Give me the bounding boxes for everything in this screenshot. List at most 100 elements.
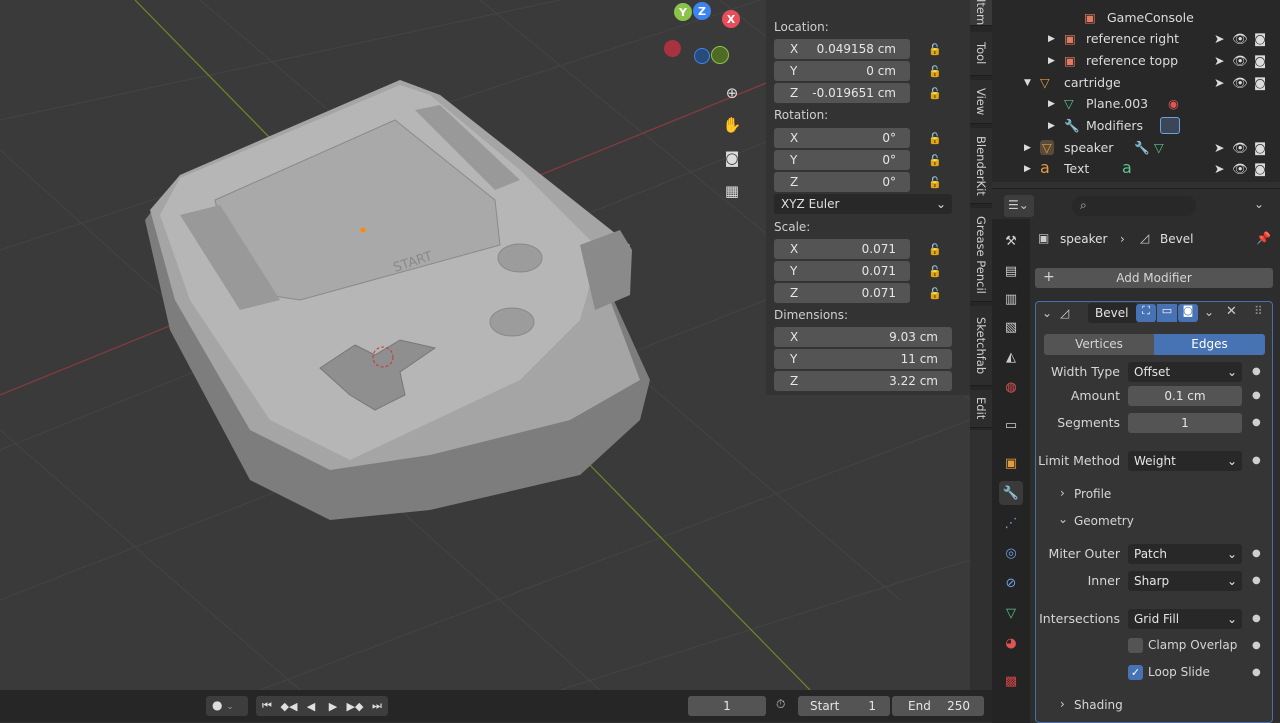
tab-edges[interactable]: Edges [1154,334,1265,355]
eye-icon[interactable]: 👁 [1232,31,1248,47]
next-keyframe-icon[interactable]: ▶◆ [344,696,366,716]
current-frame-field[interactable]: 1 [688,696,766,716]
eye-icon[interactable]: 👁 [1232,140,1248,156]
select-arrow-icon[interactable]: ➤ [1214,161,1224,176]
zoom-icon[interactable]: ⊕ [719,80,745,106]
gizmo-neg-z[interactable] [694,48,710,64]
tab-blenderkit[interactable]: BlenderKit [970,128,992,204]
gizmo-neg-y[interactable] [711,46,729,64]
shading-subpanel-header[interactable]: Shading [1074,698,1123,712]
keyframe-dot-icon[interactable]: ● [1252,575,1261,586]
lock-icon[interactable]: 🔓 [928,154,944,168]
rotation-mode-select[interactable]: XYZ Euler ⌄ [774,194,952,214]
eye-icon[interactable]: 👁 [1232,75,1248,91]
limit-method-select[interactable]: Weight ⌄ [1128,451,1242,471]
modifier-wrench-icon[interactable]: 🔧 [999,481,1023,505]
grid-ortho-icon[interactable]: ▦ [719,178,745,204]
lock-icon[interactable]: 🔓 [928,176,944,190]
keyframe-dot-icon[interactable]: ● [1252,417,1261,428]
tab-vertices[interactable]: Vertices [1044,334,1154,355]
chevron-right-icon[interactable]: ▶ [1048,56,1055,66]
keyframe-dot-icon[interactable]: ● [1252,640,1261,651]
select-arrow-icon[interactable]: ➤ [1214,53,1224,68]
outliner-row[interactable]: ▼ ▽ cartridge ➤ 👁 ◙ [992,72,1280,93]
camera-render-icon[interactable]: ◙ [1254,53,1266,68]
dimensions-z-field[interactable]: Z 3.22 cm [774,371,952,391]
outliner-row[interactable]: ▶ ▣ reference right ➤ 👁 ◙ [992,28,1280,49]
play-reverse-icon[interactable]: ◀ [300,696,322,716]
gizmo-z-axis[interactable]: Z [693,2,711,20]
hand-pan-icon[interactable]: ✋ [719,112,745,138]
add-modifier-button[interactable]: + Add Modifier [1035,268,1273,288]
pin-icon[interactable]: 📌 [1256,231,1271,245]
play-icon[interactable]: ▶ [322,696,344,716]
drag-handle-icon[interactable]: ⠿ [1254,304,1263,318]
intersections-select[interactable]: Grid Fill ⌄ [1128,609,1242,629]
select-arrow-icon[interactable]: ➤ [1214,75,1224,90]
rotation-y-field[interactable]: Y 0° [774,150,910,170]
select-arrow-icon[interactable]: ➤ [1214,31,1224,46]
camera-render-icon[interactable]: ◙ [1254,140,1266,155]
chevron-right-icon[interactable]: ▶ [1048,99,1055,109]
location-x-field[interactable]: X 0.049158 cm [774,39,910,59]
close-icon[interactable]: ✕ [1226,304,1237,319]
outliner-row[interactable]: ▶ a Text a ➤ 👁 ◙ [992,158,1280,179]
lock-icon[interactable]: 🔓 [928,65,944,79]
lock-icon[interactable]: 🔓 [928,87,944,101]
tab-edit[interactable]: Edit [970,390,992,428]
output-icon[interactable]: ▥ [999,287,1023,311]
tab-tool[interactable]: Tool [970,32,992,76]
chevron-down-icon[interactable]: ▼ [1024,78,1031,88]
view-layer-icon[interactable]: ▧ [999,315,1023,339]
stopwatch-icon[interactable]: ⏱ [776,697,785,712]
tool-icon[interactable]: ⚒ [999,229,1023,253]
edit-mode-toggle-icon[interactable]: ⛶ [1136,304,1156,322]
tab-sketchfab[interactable]: Sketchfab [970,306,992,386]
modifier-toggle-icon[interactable] [1160,117,1180,134]
keyframe-dot-icon[interactable]: ● [1252,613,1261,624]
physics-icon[interactable]: ◎ [999,541,1023,565]
outliner-row[interactable]: ▶ ▽ Plane.003 ◉ [992,93,1280,114]
search-input[interactable]: ⌕ [1072,196,1196,216]
width-type-select[interactable]: Offset ⌄ [1128,362,1242,382]
loop-slide-checkbox[interactable]: ✓ [1128,665,1143,680]
lock-icon[interactable]: 🔓 [928,132,944,146]
tab-view[interactable]: View [970,80,992,124]
chevron-down-icon[interactable]: ⌄ [1058,512,1068,526]
tab-grease-pencil[interactable]: Grease Pencil [970,208,992,302]
chevron-down-icon[interactable]: ⌄ [1204,305,1214,319]
collection-icon[interactable]: ▭ [999,413,1023,437]
modifier-name-field[interactable]: Bevel [1088,303,1138,323]
gizmo-neg-x[interactable] [664,40,681,57]
clamp-overlap-checkbox[interactable] [1128,638,1143,653]
constraints-icon[interactable]: ⊘ [999,571,1023,595]
scale-y-field[interactable]: Y 0.071 [774,261,910,281]
keyframe-dot-icon[interactable]: ● [1252,390,1261,401]
outliner-row[interactable]: ▶ ▣ reference topp ➤ 👁 ◙ [992,50,1280,71]
geometry-subpanel-header[interactable]: Geometry [1074,514,1134,528]
lock-icon[interactable]: 🔓 [928,43,944,57]
texture-icon[interactable]: ▩ [999,669,1023,693]
render-icon[interactable]: ▤ [999,259,1023,283]
outliner-row[interactable]: ▶ 🔧 Modifiers [992,115,1280,136]
keyframe-dot-icon[interactable]: ● [1252,548,1261,559]
location-z-field[interactable]: Z -0.019651 cm [774,83,910,103]
scene-icon[interactable]: ◭ [999,345,1023,369]
rotation-z-field[interactable]: Z 0° [774,172,910,192]
scale-z-field[interactable]: Z 0.071 [774,283,910,303]
camera-render-icon[interactable]: ◙ [1254,31,1266,46]
record-keyframe-button[interactable]: ● ⌄ [206,696,248,716]
material-icon[interactable]: ◕ [999,631,1023,655]
jump-end-icon[interactable]: ⏭ [366,696,388,716]
mesh-data-icon[interactable]: ▽ [999,601,1023,625]
location-y-field[interactable]: Y0 cm [774,61,910,81]
chevron-right-icon[interactable]: ▶ [1048,121,1055,131]
camera-render-icon[interactable]: ◙ [1254,161,1266,176]
particles-icon[interactable]: ⋰ [999,511,1023,535]
chevron-right-icon[interactable]: › [1060,697,1065,711]
gizmo-y-axis[interactable]: Y [674,3,692,21]
object-icon[interactable]: ▣ [999,451,1023,475]
world-icon[interactable]: ◍ [999,375,1023,399]
3d-viewport[interactable]: START Y Z X ⊕ ✋ ◙ ▦ Location: X 0.049158 … [0,0,970,690]
keyframe-dot-icon[interactable]: ● [1252,667,1261,678]
